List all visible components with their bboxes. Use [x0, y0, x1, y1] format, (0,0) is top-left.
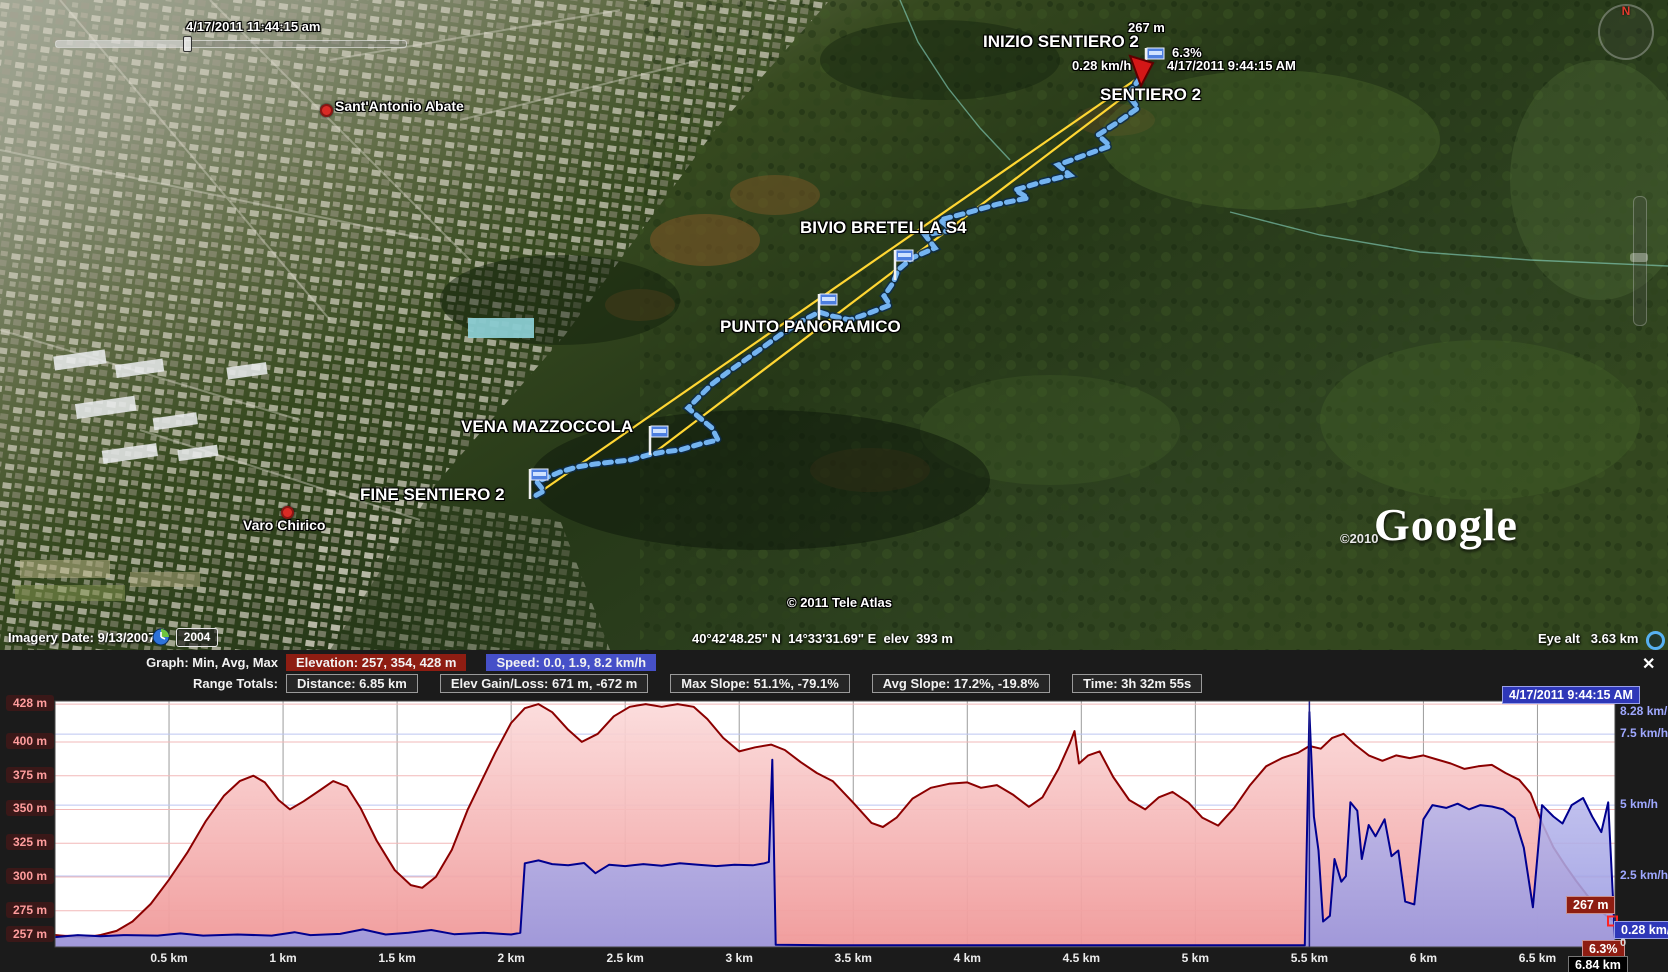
waypoint-label-punto-panoramico[interactable]: PUNTO PANORAMICO: [720, 318, 901, 336]
waypoint-flag-stripe: [653, 429, 666, 433]
waypoint-flag-stripe: [822, 297, 835, 301]
waypoint-label-fine-sentiero-2[interactable]: FINE SENTIERO 2: [360, 486, 505, 504]
track-point-elevation: 267 m: [1128, 21, 1165, 35]
time-slider-range: [56, 41, 186, 47]
zoom-slider[interactable]: [1633, 196, 1647, 326]
speed-axis-tick: 2.5 km/h: [1620, 868, 1668, 882]
distance-axis-tick: 2.5 km: [595, 951, 655, 965]
track-point-speed: 0.28 km/h: [1072, 59, 1131, 73]
copyright-tele-atlas: © 2011 Tele Atlas: [787, 596, 892, 610]
elevation-axis-tick: 350 m: [6, 800, 54, 816]
copyright-year: ©2010: [1340, 531, 1379, 546]
distance-axis-tick: 6 km: [1393, 951, 1453, 965]
placemark-sant-antonio-abate[interactable]: Sant'Antonio Abate: [335, 99, 464, 114]
status-eye-alt: Eye alt 3.63 km: [1538, 631, 1638, 646]
track-point-timestamp: 4/17/2011 9:44:15 AM: [1167, 59, 1296, 73]
waypoint-label-vena-mazzoccola[interactable]: VENA MAZZOCCOLA: [461, 418, 633, 436]
elevation-axis-tick: 375 m: [6, 767, 54, 783]
distance-axis-tick: 5.5 km: [1279, 951, 1339, 965]
map-view[interactable]: Sant'Antonio Abate Varo Chirico INIZIO SEN…: [0, 0, 1668, 650]
zoom-slider-handle[interactable]: [1630, 253, 1648, 262]
close-profile-button[interactable]: ✕: [1642, 654, 1655, 674]
elevation-axis-tick: 257 m: [6, 926, 54, 942]
speed-axis-tick: 7.5 km/h: [1620, 726, 1668, 740]
distance-axis-tick: 5 km: [1165, 951, 1225, 965]
distance-axis-tick: 3.5 km: [823, 951, 883, 965]
time-slider-handle[interactable]: [183, 36, 192, 52]
place-dot-icon[interactable]: [320, 104, 333, 117]
waypoint-label-bivio-bretella-s4[interactable]: BIVIO BRETELLA S4: [800, 219, 967, 237]
time-slider-date: 4/17/2011 11:44:15 am: [186, 20, 320, 34]
elevation-profile-panel: Graph: Min, Avg, Max Elevation: 257, 354…: [0, 650, 1668, 972]
elevation-axis-tick: 300 m: [6, 868, 54, 884]
streaming-status-icon: [1646, 631, 1665, 650]
speed-axis-zero-label: 0: [1620, 937, 1626, 949]
elevation-axis-tick: 325 m: [6, 834, 54, 850]
historical-imagery-clock-icon[interactable]: [152, 628, 170, 646]
waypoint-flag-stripe: [1149, 51, 1162, 55]
distance-axis-tick: 3 km: [709, 951, 769, 965]
cursor-timestamp-box: 4/17/2011 9:44:15 AM: [1502, 686, 1640, 704]
imagery-year-badge[interactable]: 2004: [176, 628, 218, 647]
elevation-axis-tick: 428 m: [6, 695, 54, 711]
waypoint-label-inizio-sentiero-2[interactable]: INIZIO SENTIERO 2: [983, 33, 1139, 51]
speed-axis-tick: 8.28 km/h: [1620, 704, 1668, 718]
placemark-varo-chirico[interactable]: Varo Chirico: [243, 518, 325, 533]
time-slider[interactable]: [55, 36, 405, 50]
distance-axis-tick: 1 km: [253, 951, 313, 965]
waypoint-flag-stripe: [898, 253, 911, 257]
imagery-date: Imagery Date: 9/13/2007: [8, 630, 155, 645]
speed-axis-tick: 5 km/h: [1620, 797, 1658, 811]
status-coordinates: 40°42'48.25" N 14°33'31.69" E elev 393 m: [692, 631, 953, 646]
place-dot-icon[interactable]: [281, 506, 294, 519]
elevation-axis-tick: 275 m: [6, 902, 54, 918]
distance-axis-tick: 4.5 km: [1051, 951, 1111, 965]
waypoint-label-sentiero-2[interactable]: SENTIERO 2: [1100, 86, 1201, 104]
cursor-elevation-box: 267 m: [1566, 896, 1615, 914]
distance-axis-tick: 4 km: [937, 951, 997, 965]
google-logo: Google: [1374, 498, 1518, 551]
distance-axis-tick: 0.5 km: [139, 951, 199, 965]
compass-control[interactable]: N: [1598, 4, 1654, 60]
distance-axis-tick: 1.5 km: [367, 951, 427, 965]
elevation-axis-tick: 400 m: [6, 733, 54, 749]
waypoint-flag-stripe: [533, 472, 546, 476]
distance-axis-tick: 2 km: [481, 951, 541, 965]
distance-axis-tick: 6.5 km: [1507, 951, 1567, 965]
google-earth-window: Sant'Antonio Abate Varo Chirico INIZIO SEN…: [0, 0, 1668, 972]
cursor-end-distance-box: 6.84 km: [1568, 956, 1628, 972]
compass-north-label: N: [1622, 4, 1631, 18]
pool: [468, 318, 534, 338]
